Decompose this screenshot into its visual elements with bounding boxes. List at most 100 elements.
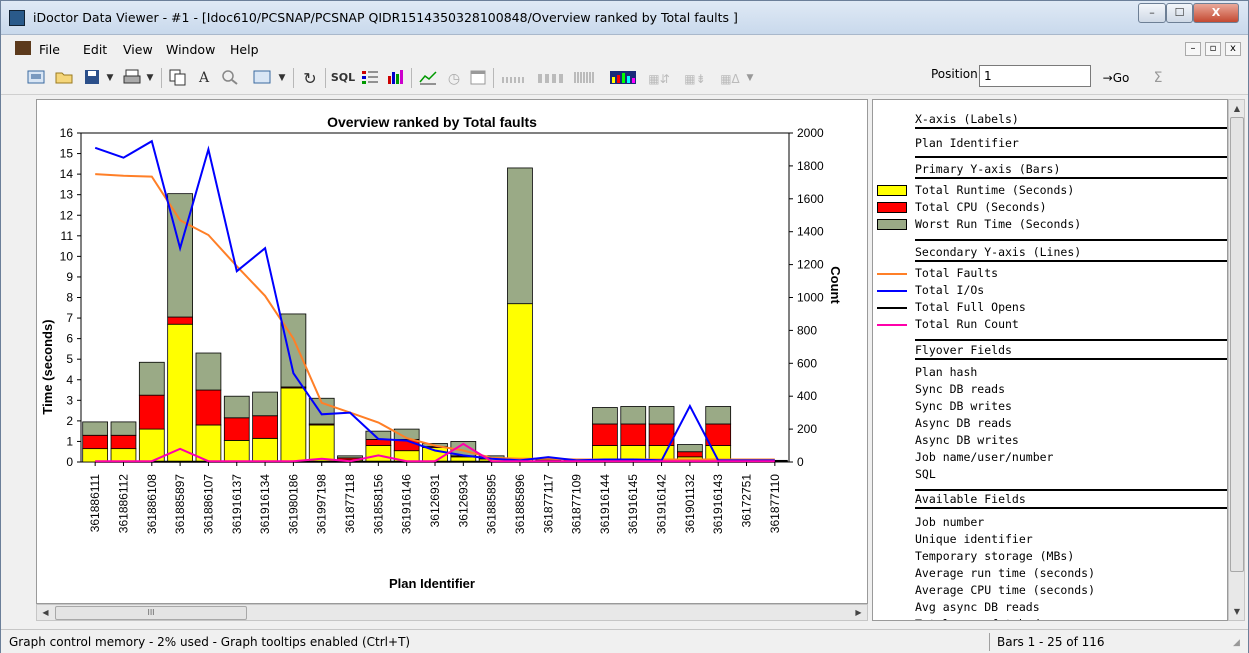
scroll-left-icon[interactable]: ◀ [38, 606, 53, 620]
menu-bar: File Edit View Window Help – ▫ x [1, 39, 1248, 59]
legend-item: Total CPU (Seconds) [915, 200, 1047, 214]
bar-segment[interactable] [252, 415, 278, 439]
bar-segment[interactable] [677, 451, 703, 458]
bar-segment[interactable] [167, 316, 193, 325]
horizontal-scrollbar[interactable]: ◀ III ▶ [36, 604, 868, 621]
vertical-scrollbar[interactable]: ▲ ▼ [1228, 99, 1245, 621]
legend-item: Temporary storage (MBs) [915, 549, 1075, 563]
x-tick-label: 361916134 [258, 474, 272, 534]
bar-segment[interactable] [620, 406, 647, 425]
copy-icon[interactable] [167, 67, 189, 89]
bar-segment[interactable] [110, 434, 137, 450]
bar-segment[interactable] [82, 421, 109, 436]
y2-tick-label: 1400 [797, 225, 824, 239]
y-tick-label: 5 [66, 352, 73, 366]
mdi-restore-button[interactable]: ▫ [1205, 42, 1221, 56]
bar-segment[interactable] [223, 395, 250, 419]
bar-chart-icon[interactable] [385, 67, 407, 89]
line-chart-icon[interactable] [417, 67, 439, 89]
y-tick-label: 7 [66, 311, 73, 325]
y2-tick-label: 1800 [797, 159, 824, 173]
legend-item: Average run time (seconds) [915, 566, 1096, 580]
bar-segment[interactable] [507, 303, 533, 463]
chevron-down-icon[interactable]: ▼ [145, 67, 155, 89]
scroll-up-icon[interactable]: ▲ [1230, 101, 1244, 116]
sigma-button[interactable]: Σ [1147, 67, 1169, 89]
font-button[interactable]: A [193, 67, 215, 89]
chevron-down-icon[interactable]: ▼ [277, 67, 287, 89]
bars-medium-icon[interactable] [535, 67, 567, 89]
bar-segment[interactable] [138, 394, 165, 430]
x-tick-label: 361886108 [145, 474, 159, 534]
bar-segment[interactable] [223, 440, 250, 463]
bar-segment[interactable] [705, 406, 732, 425]
calendar-icon[interactable] [467, 67, 489, 89]
bar-segment[interactable] [507, 167, 533, 305]
scrollbar-thumb[interactable]: III [55, 606, 247, 620]
mdi-close-button[interactable]: x [1225, 42, 1241, 56]
y-tick-label: 2 [66, 414, 73, 428]
resize-grip-icon[interactable]: ◢ [1233, 638, 1245, 650]
go-button[interactable]: →Go [1095, 67, 1137, 89]
bar-segment[interactable] [252, 391, 278, 417]
grouped-bars-icon[interactable]: ▦⇟ [679, 67, 711, 89]
chart[interactable]: Overview ranked by Total faults Time (se… [37, 100, 867, 603]
minimize-button[interactable]: – [1138, 3, 1166, 23]
bar-segment[interactable] [110, 448, 137, 463]
bar-segment[interactable] [365, 445, 392, 463]
mdi-minimize-button[interactable]: – [1185, 42, 1201, 56]
maximize-button[interactable]: ☐ [1166, 3, 1193, 23]
menu-edit[interactable]: Edit [83, 42, 107, 57]
chevron-down-icon[interactable]: ▼ [105, 67, 115, 89]
bar-segment[interactable] [82, 448, 109, 463]
position-input[interactable] [979, 65, 1091, 87]
refresh-icon[interactable]: ↻ [299, 67, 321, 89]
bar-segment[interactable] [308, 424, 335, 463]
bar-segment[interactable] [592, 423, 618, 446]
menu-window[interactable]: Window [166, 42, 215, 57]
bar-segment[interactable] [110, 421, 137, 436]
stacked-bars-icon[interactable]: ▦⇵ [643, 67, 675, 89]
toolbar-separator [493, 68, 494, 88]
chevron-down-icon[interactable]: ▼ [745, 67, 755, 89]
document-icon[interactable] [15, 41, 31, 55]
find-icon[interactable] [219, 67, 241, 89]
scroll-right-icon[interactable]: ▶ [851, 606, 866, 620]
y2-tick-label: 600 [797, 356, 817, 370]
scrollbar-thumb[interactable] [1230, 117, 1244, 572]
bar-segment[interactable] [195, 352, 222, 391]
bar-segment[interactable] [195, 389, 222, 426]
bar-segment[interactable] [280, 387, 307, 463]
legend-divider [915, 507, 1227, 509]
scroll-down-icon[interactable]: ▼ [1230, 604, 1244, 619]
bars-small-icon[interactable] [499, 67, 531, 89]
sql-button[interactable]: SQL [329, 67, 357, 89]
menu-file[interactable]: File [39, 42, 60, 57]
bar-segment[interactable] [82, 434, 109, 450]
save-icon[interactable] [81, 67, 103, 89]
clock-icon[interactable]: ◷ [443, 67, 465, 89]
bar-segment[interactable] [592, 407, 618, 425]
query-icon[interactable] [25, 67, 47, 89]
bars-dense-icon[interactable] [571, 67, 603, 89]
bar-segment[interactable] [167, 323, 193, 463]
open-folder-icon[interactable] [53, 67, 75, 89]
menu-help[interactable]: Help [230, 42, 259, 57]
legend-table-icon[interactable] [359, 67, 381, 89]
bar-segment[interactable] [223, 417, 250, 441]
bar-segment[interactable] [252, 437, 278, 463]
bar-segment[interactable] [677, 444, 703, 453]
delta-bars-icon[interactable]: ▦Δ [715, 67, 745, 89]
close-button[interactable]: X [1193, 3, 1239, 23]
bar-segment[interactable] [337, 455, 363, 459]
query-definition-icon[interactable] [251, 67, 273, 89]
bar-segment[interactable] [138, 361, 165, 396]
print-icon[interactable] [121, 67, 143, 89]
toolbar-separator [325, 68, 326, 88]
bar-segment[interactable] [620, 423, 647, 446]
chart-pane[interactable]: Overview ranked by Total faults Time (se… [36, 99, 868, 604]
menu-view[interactable]: View [123, 42, 153, 57]
legend-divider [915, 156, 1227, 158]
bar-segment[interactable] [648, 406, 675, 425]
bars-color-icon[interactable] [607, 67, 639, 89]
